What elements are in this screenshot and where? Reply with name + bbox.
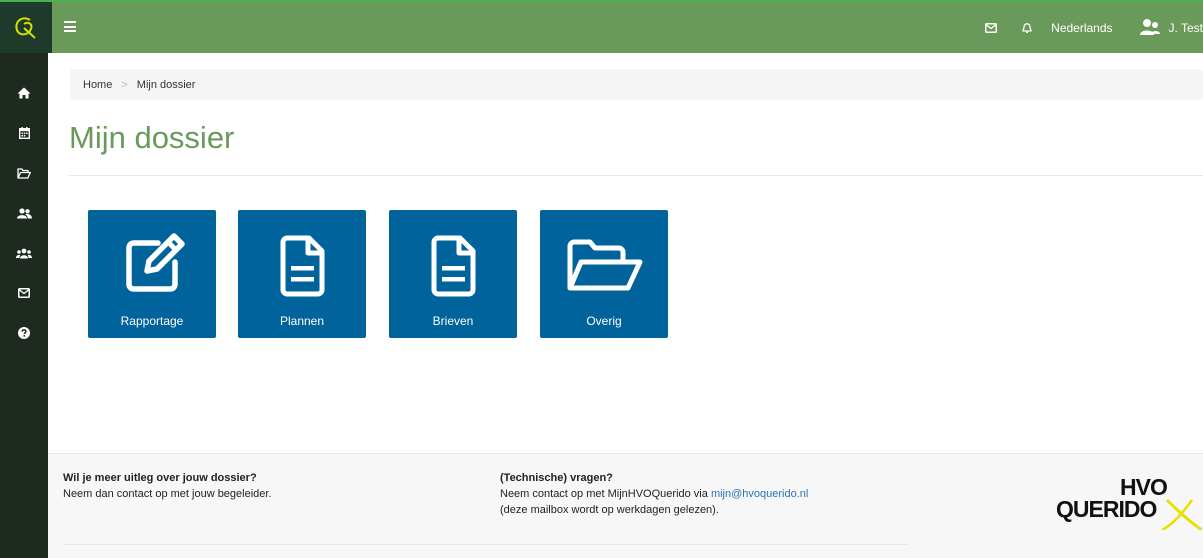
- group-icon: [16, 248, 32, 258]
- tile-brieven[interactable]: Brieven: [389, 210, 517, 338]
- user-name: J. Test: [1168, 20, 1203, 35]
- users-icon: [16, 207, 32, 218]
- footer-divider: [63, 544, 908, 545]
- tile-label: Brieven: [432, 314, 474, 328]
- sidebar-item-users[interactable]: [0, 193, 48, 233]
- folder-icon: [17, 167, 31, 179]
- home-icon: [17, 87, 31, 99]
- tile-label: Plannen: [279, 314, 325, 328]
- breadcrumb-current: Mijn dossier: [136, 78, 196, 91]
- footer-help-section: Wil je meer uitleg over jouw dossier? Ne…: [63, 470, 272, 502]
- help-icon: [18, 327, 30, 339]
- bell-icon: [1022, 22, 1032, 33]
- app-logo[interactable]: [0, 2, 52, 53]
- messages-button[interactable]: [985, 22, 998, 33]
- document-icon: [280, 235, 325, 297]
- footer-contact-title: (Technische) vragen?: [500, 472, 613, 484]
- notifications-button[interactable]: [1021, 22, 1033, 34]
- sidebar-item-dossier[interactable]: [0, 153, 48, 193]
- sidebar-item-help[interactable]: [0, 313, 48, 353]
- envelope-icon: [985, 22, 998, 33]
- language-label: Nederlands: [1051, 20, 1113, 35]
- document-icon: [431, 235, 476, 297]
- footer-contact-text: Neem contact op met MijnHVOQuerido via: [500, 488, 708, 500]
- sidebar-item-calendar[interactable]: [0, 113, 48, 153]
- footer-email-link[interactable]: mijn@hvoquerido.nl: [711, 488, 808, 500]
- folder-open-icon: [567, 239, 643, 291]
- top-navbar: Nederlands J. Test: [0, 0, 1203, 53]
- tile-label: Rapportage: [120, 314, 184, 328]
- footer-help-title: Wil je meer uitleg over jouw dossier?: [63, 472, 257, 484]
- logo-text-querido: QUERIDO: [1056, 496, 1157, 522]
- tile-overig[interactable]: Overig: [540, 210, 668, 338]
- hamburger-icon: [64, 21, 76, 23]
- user-menu[interactable]: J. Test: [1139, 18, 1203, 38]
- user-avatar-icon: [1139, 18, 1160, 35]
- footer-contact-section: (Technische) vragen? Neem contact op met…: [500, 470, 808, 518]
- sidebar-item-mail[interactable]: [0, 273, 48, 313]
- footer-help-text: Neem dan contact op met jouw begeleider.: [63, 488, 272, 500]
- edit-icon: [126, 233, 185, 292]
- sidebar-item-home[interactable]: [0, 73, 48, 113]
- logo-icon: [15, 17, 36, 39]
- language-selector[interactable]: Nederlands: [1051, 21, 1112, 35]
- envelope-icon: [18, 288, 30, 298]
- hvo-querido-logo: HVO QUERIDO: [1052, 470, 1202, 530]
- breadcrumb: Home > Mijn dossier: [70, 69, 1203, 100]
- calendar-icon: [18, 127, 30, 139]
- page-title: Mijn dossier: [69, 120, 235, 155]
- tile-plannen[interactable]: Plannen: [238, 210, 366, 338]
- tile-rapportage[interactable]: Rapportage: [88, 210, 216, 338]
- breadcrumb-separator: >: [121, 78, 128, 91]
- breadcrumb-home-link[interactable]: Home: [83, 79, 112, 91]
- menu-toggle-button[interactable]: [64, 21, 76, 32]
- tile-label: Overig: [586, 314, 622, 328]
- footer-contact-note: (deze mailbox wordt op werkdagen gelezen…: [500, 504, 719, 516]
- title-divider: [69, 175, 1203, 176]
- sidebar: [0, 53, 48, 558]
- sidebar-item-group[interactable]: [0, 233, 48, 273]
- top-right-menu: Nederlands J. Test: [967, 2, 1203, 53]
